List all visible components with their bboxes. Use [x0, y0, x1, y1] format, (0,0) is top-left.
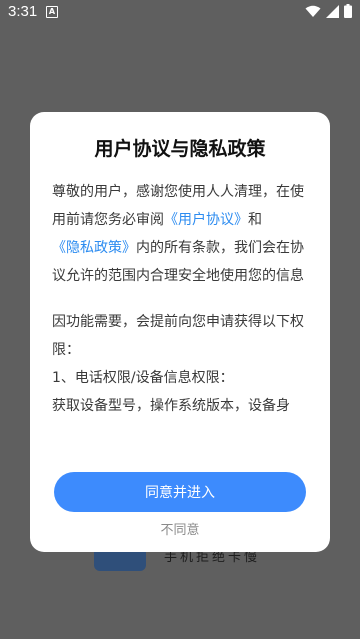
- intro-text-b: 和: [248, 212, 262, 228]
- notification-icon: A: [46, 6, 58, 18]
- permissions-intro: 因功能需要，会提前向您申请获得以下权限：: [52, 314, 304, 358]
- permissions-paragraph: 因功能需要，会提前向您申请获得以下权限： 1、电话权限/设备信息权限： 获取设备型号…: [52, 308, 310, 420]
- permission-item-1-title: 1、电话权限/设备信息权限：: [52, 370, 234, 386]
- agree-button[interactable]: 同意并进入: [54, 472, 306, 512]
- user-agreement-link[interactable]: 《用户协议》: [164, 212, 248, 228]
- dialog-title: 用户协议与隐私政策: [94, 138, 266, 160]
- wifi-icon: [305, 5, 321, 17]
- status-icons: [305, 4, 352, 18]
- status-bar: 3:31 A: [0, 0, 360, 24]
- disagree-button[interactable]: 不同意: [30, 520, 330, 542]
- dialog-body[interactable]: 尊敬的用户，感谢您使用人人清理，在使用前请您务必审阅《用户协议》和 《隐私政策》内…: [52, 178, 310, 468]
- intro-paragraph: 尊敬的用户，感谢您使用人人清理，在使用前请您务必审阅《用户协议》和 《隐私政策》内…: [52, 178, 310, 290]
- privacy-policy-link[interactable]: 《隐私政策》: [52, 240, 136, 256]
- status-time: 3:31: [8, 3, 38, 20]
- privacy-dialog: 用户协议与隐私政策 尊敬的用户，感谢您使用人人清理，在使用前请您务必审阅《用户协…: [30, 112, 330, 552]
- signal-icon: [326, 4, 339, 18]
- battery-icon: [344, 4, 352, 18]
- permission-item-1-desc: 获取设备型号，操作系统版本，设备身: [52, 398, 290, 414]
